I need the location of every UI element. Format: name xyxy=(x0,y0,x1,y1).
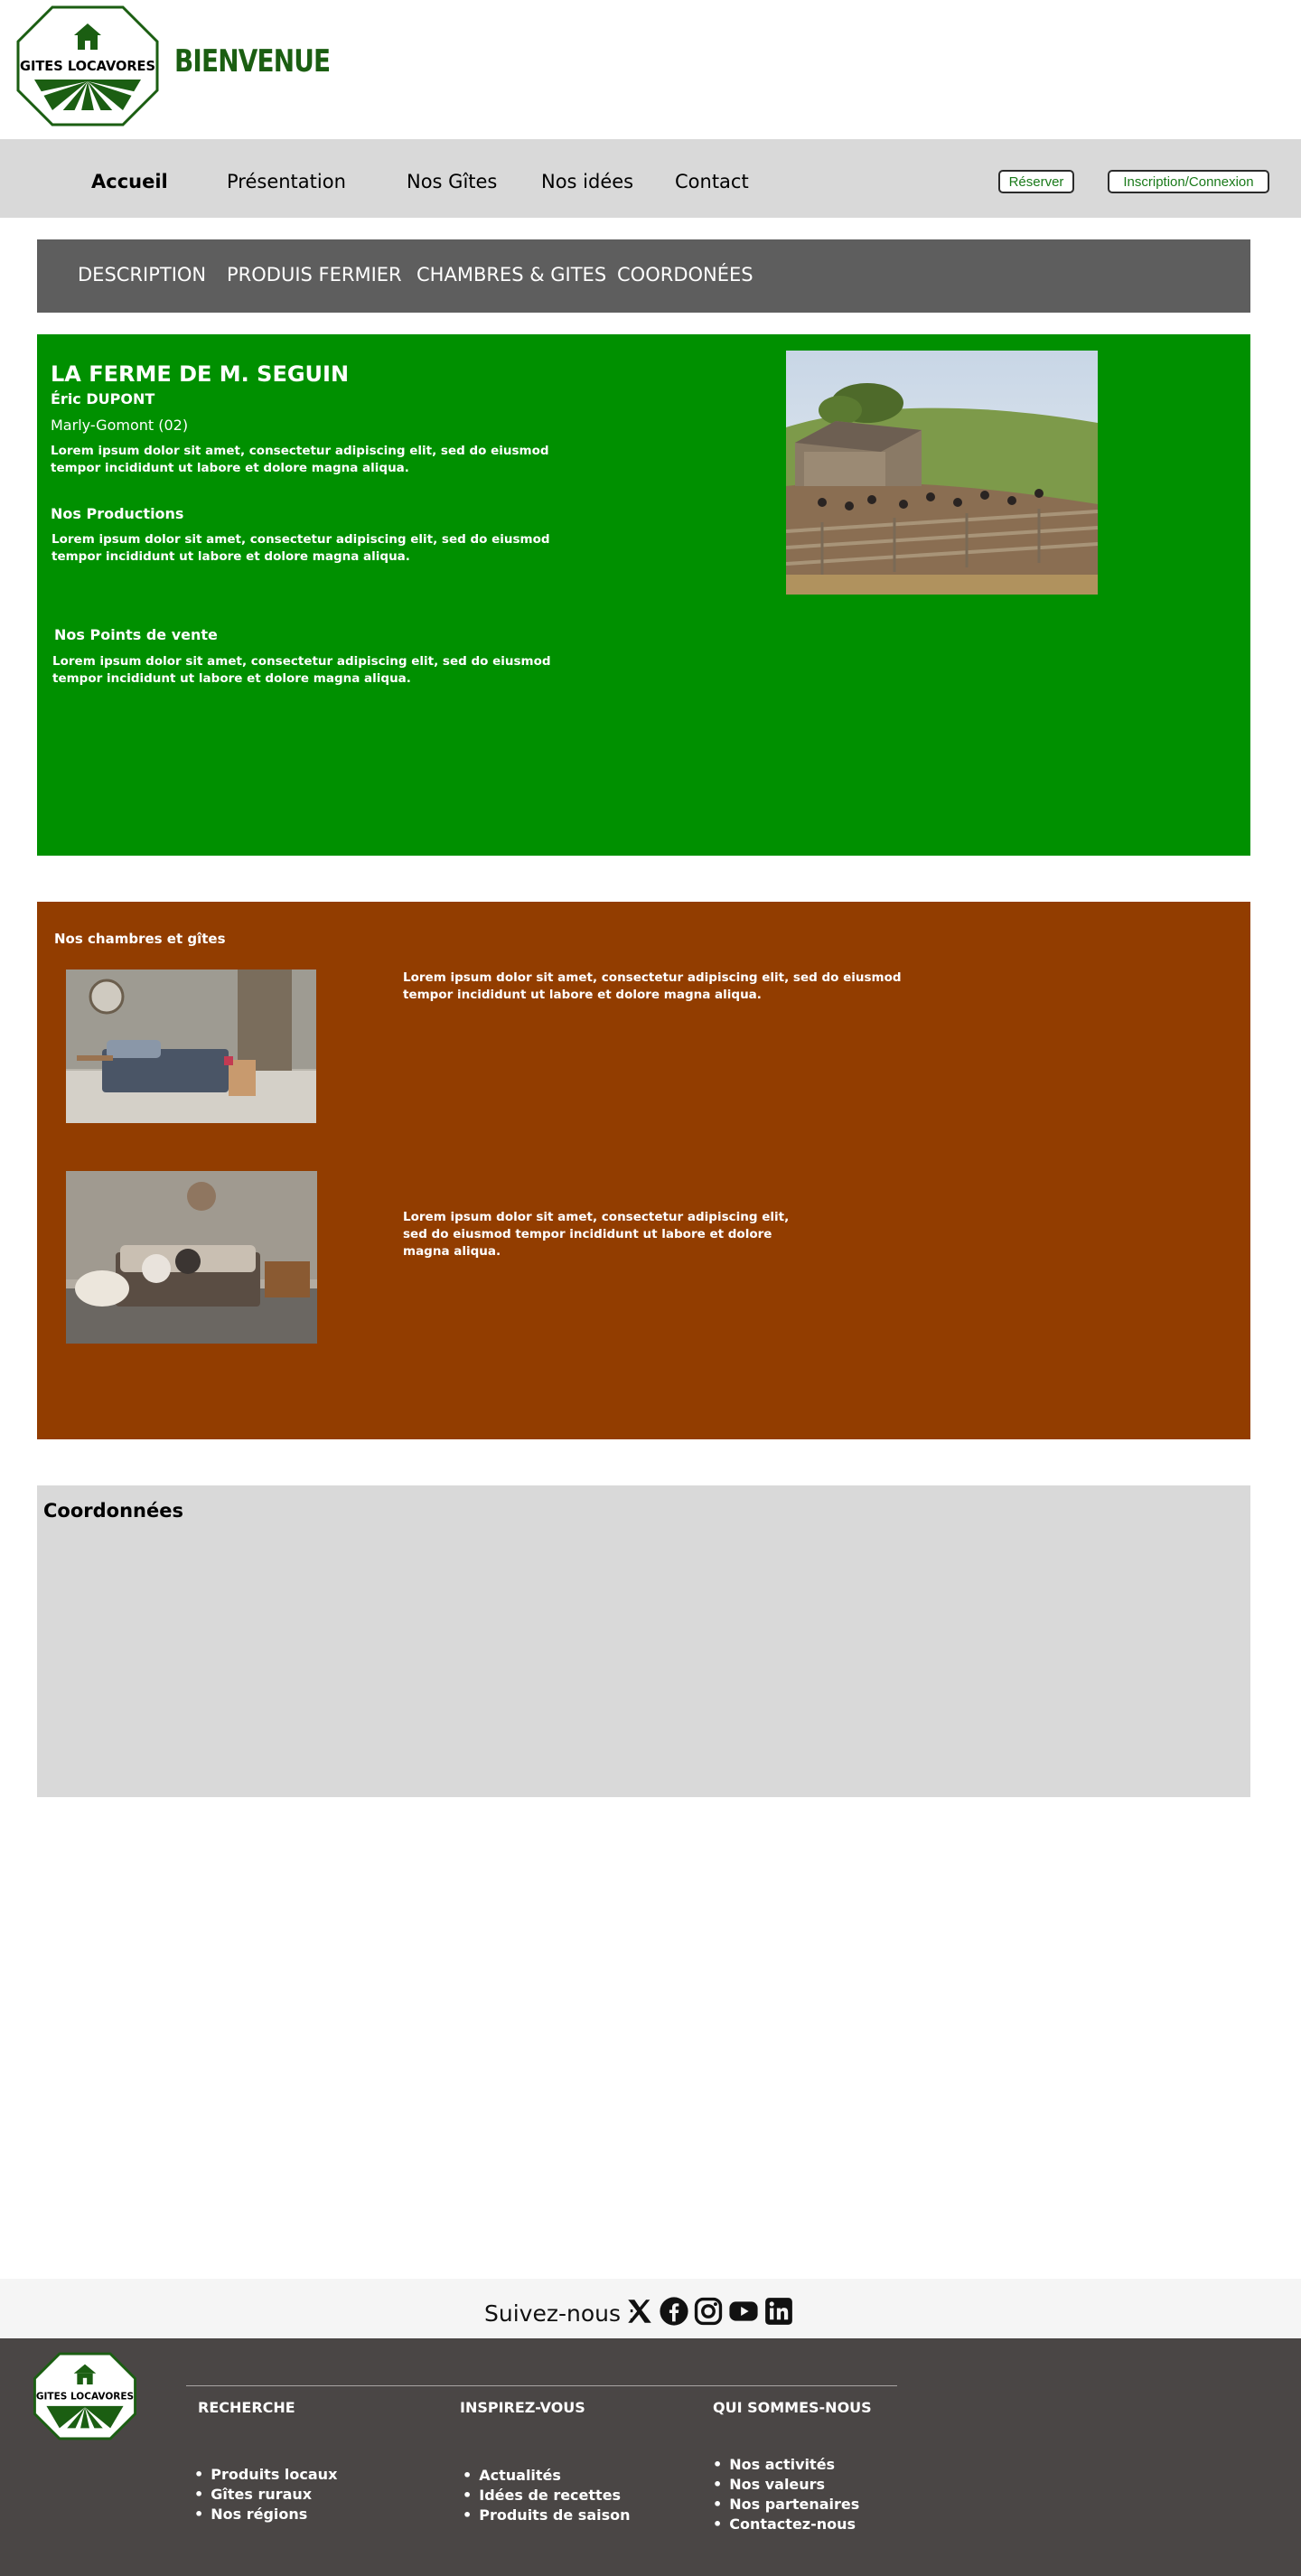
footer-col-qui-title: QUI SOMMES-NOUS xyxy=(713,2399,872,2416)
footer-col-qui: Nos activités Nos valeurs Nos partenaire… xyxy=(713,2455,859,2534)
main-nav: Accueil Présentation Nos Gîtes Nos idées… xyxy=(0,139,1301,218)
farm-owner: Éric DUPONT xyxy=(51,390,155,407)
footer-col-recherche: Produits locaux Gîtes ruraux Nos régions xyxy=(194,2465,337,2524)
farm-photo xyxy=(786,351,1098,595)
follow-label: Suivez-nous : xyxy=(484,2300,636,2327)
page: GITES LOCAVORES BIENVENUE Accueil Présen… xyxy=(0,0,1301,2576)
points-de-vente-text: Lorem ipsum dolor sit amet, consectetur … xyxy=(52,654,551,686)
nav-item-presentation[interactable]: Présentation xyxy=(227,171,346,192)
footer-link-nos-valeurs[interactable]: Nos valeurs xyxy=(713,2475,859,2495)
farm-title: LA FERME DE M. SEGUIN xyxy=(51,361,350,387)
footer-col-recherche-title: RECHERCHE xyxy=(198,2399,295,2416)
footer-link-contactez-nous[interactable]: Contactez-nous xyxy=(713,2515,859,2534)
nav-item-accueil[interactable]: Accueil xyxy=(91,171,168,192)
farm-location: Marly-Gomont (02) xyxy=(51,417,189,434)
footer-col-inspirez-title: INSPIREZ-VOUS xyxy=(460,2399,585,2416)
room-2-text: Lorem ipsum dolor sit amet, consectetur … xyxy=(403,1210,790,1259)
points-de-vente-heading: Nos Points de vente xyxy=(54,626,218,643)
productions-heading: Nos Productions xyxy=(51,505,184,522)
instagram-icon[interactable] xyxy=(693,2296,724,2327)
youtube-icon[interactable] xyxy=(728,2296,759,2327)
linkedin-icon[interactable] xyxy=(763,2296,794,2327)
facebook-icon[interactable] xyxy=(659,2296,689,2327)
footer-link-actualites[interactable]: Actualités xyxy=(463,2466,631,2486)
footer-link-nos-regions[interactable]: Nos régions xyxy=(194,2505,337,2524)
footer-link-idees-recettes[interactable]: Idées de recettes xyxy=(463,2486,631,2506)
room-photo-2 xyxy=(66,1171,317,1344)
footer-link-nos-activites[interactable]: Nos activités xyxy=(713,2455,859,2475)
logo-text: GITES LOCAVORES xyxy=(20,58,155,74)
footer: GITES LOCAVORES RECHERCHE Produits locau… xyxy=(0,2338,1301,2576)
reserve-button[interactable]: Réserver xyxy=(998,170,1074,193)
coordonnees-heading: Coordonnées xyxy=(43,1500,183,1522)
footer-col-inspirez: Actualités Idées de recettes Produits de… xyxy=(463,2466,631,2525)
follow-bar: Suivez-nous : xyxy=(0,2279,1301,2338)
rooms-section: Nos chambres et gîtes Lorem ipsum dolor … xyxy=(37,902,1250,1439)
description-section: LA FERME DE M. SEGUIN Éric DUPONT Marly-… xyxy=(37,334,1250,856)
footer-link-produits-locaux[interactable]: Produits locaux xyxy=(194,2465,337,2485)
tab-chambres-gites[interactable]: CHAMBRES & GITES xyxy=(417,264,606,286)
nav-item-contact[interactable]: Contact xyxy=(675,171,749,192)
footer-link-gites-ruraux[interactable]: Gîtes ruraux xyxy=(194,2485,337,2505)
login-button[interactable]: Inscription/Connexion xyxy=(1108,170,1269,193)
footer-logo-text: GITES LOCAVORES xyxy=(36,2391,134,2403)
tab-produits-fermier[interactable]: PRODUIS FERMIER xyxy=(227,264,402,286)
room-photo-1 xyxy=(66,970,316,1123)
nav-item-nos-idees[interactable]: Nos idées xyxy=(541,171,633,192)
productions-text: Lorem ipsum dolor sit amet, consectetur … xyxy=(51,532,550,564)
welcome-heading: BIENVENUE xyxy=(174,43,331,80)
tab-coordonnees[interactable]: COORDONÉES xyxy=(617,264,753,286)
tab-description[interactable]: DESCRIPTION xyxy=(78,264,206,286)
nav-item-nos-gites[interactable]: Nos Gîtes xyxy=(407,171,497,192)
footer-divider xyxy=(186,2385,897,2386)
section-tabs: DESCRIPTION PRODUIS FERMIER CHAMBRES & G… xyxy=(37,239,1250,313)
footer-link-nos-partenaires[interactable]: Nos partenaires xyxy=(713,2495,859,2515)
x-icon[interactable] xyxy=(624,2296,655,2327)
rooms-heading: Nos chambres et gîtes xyxy=(54,931,226,947)
farm-intro-text: Lorem ipsum dolor sit amet, consectetur … xyxy=(51,444,549,475)
coordonnees-section: Coordonnées xyxy=(37,1485,1250,1797)
footer-logo[interactable]: GITES LOCAVORES xyxy=(33,2352,136,2440)
room-1-text: Lorem ipsum dolor sit amet, consectetur … xyxy=(403,970,902,1002)
gites-locavores-logo[interactable]: GITES LOCAVORES xyxy=(16,5,159,126)
footer-link-produits-saison[interactable]: Produits de saison xyxy=(463,2506,630,2525)
